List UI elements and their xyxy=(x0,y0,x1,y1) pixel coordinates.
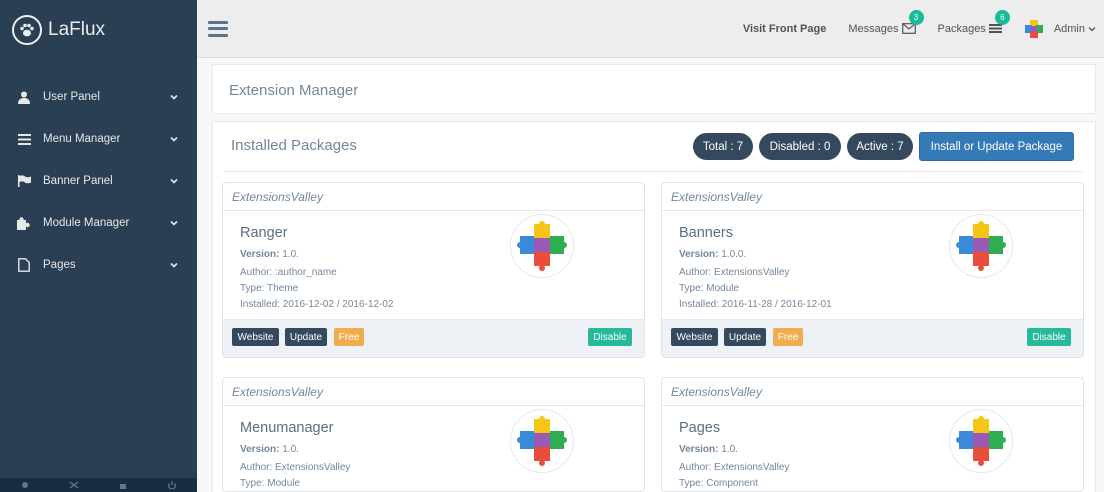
total-badge: Total : 7 xyxy=(693,133,753,160)
chevron-down-icon xyxy=(170,94,178,100)
chevron-down-icon xyxy=(170,262,178,268)
page-header-panel: Extension Manager xyxy=(212,64,1096,114)
package-author: Author: ExtensionsValley xyxy=(679,267,790,278)
top-nav-right: Visit Front Page Messages 3 Packages 6 A… xyxy=(721,0,1104,57)
chevron-down-icon xyxy=(170,136,178,142)
sidebar-item-label: Banner Panel xyxy=(43,175,113,187)
packages-badge: 6 xyxy=(994,9,1010,25)
package-installed: Installed: 2016-12-02 / 2016-12-02 xyxy=(240,299,394,310)
package-name: Pages xyxy=(679,420,721,436)
package-version: Version: 1.0. xyxy=(240,249,299,260)
package-version: Version: 1.0. xyxy=(240,444,299,455)
card-vendor: ExtensionsValley xyxy=(223,378,644,406)
card-vendor: ExtensionsValley xyxy=(662,378,1083,406)
sidebar-item-module-manager[interactable]: Module Manager xyxy=(0,202,197,244)
user-icon xyxy=(15,90,33,104)
package-type: Type: Module xyxy=(679,283,740,294)
package-author: Author: ExtensionsValley xyxy=(679,462,790,473)
package-card: ExtensionsValley Banners Version: 1.0.0.… xyxy=(661,182,1084,358)
update-button[interactable]: Update xyxy=(724,328,766,346)
messages-link[interactable]: Messages 3 xyxy=(848,9,924,35)
active-badge: Active : 7 xyxy=(847,133,913,160)
sidebar-item-label: Module Manager xyxy=(43,217,130,229)
brand-title: LaFlux xyxy=(48,19,106,40)
messages-badge: 3 xyxy=(908,9,924,25)
package-name: Banners xyxy=(679,225,734,241)
menu-toggle-icon[interactable] xyxy=(208,20,228,37)
free-badge: Free xyxy=(334,328,364,346)
package-installed: Installed: 2016-11-28 / 2016-12-01 xyxy=(679,299,832,310)
install-update-button[interactable]: Install or Update Package xyxy=(919,132,1074,161)
avatar[interactable] xyxy=(1024,19,1044,39)
section-title: Installed Packages xyxy=(231,137,357,154)
flag-icon xyxy=(15,174,33,188)
sidebar-item-label: Pages xyxy=(43,259,76,271)
paw-icon xyxy=(12,15,42,45)
package-name: Menumanager xyxy=(240,420,334,436)
sidebar-item-banner-panel[interactable]: Banner Panel xyxy=(0,160,197,202)
visit-front-page-link[interactable]: Visit Front Page xyxy=(743,23,827,35)
packages-link[interactable]: Packages 6 xyxy=(937,9,1010,35)
package-version: Version: 1.0.0. xyxy=(679,249,747,260)
package-logo xyxy=(949,214,1013,278)
chevron-down-icon xyxy=(170,220,178,226)
sidebar-item-label: Menu Manager xyxy=(43,133,121,145)
package-logo xyxy=(510,214,574,278)
settings-icon[interactable] xyxy=(20,481,30,489)
package-logo xyxy=(949,409,1013,473)
top-nav: Visit Front Page Messages 3 Packages 6 A… xyxy=(197,0,1104,58)
sidebar-item-menu-manager[interactable]: Menu Manager xyxy=(0,118,197,160)
sidebar-item-user-panel[interactable]: User Panel xyxy=(0,76,197,118)
package-logo xyxy=(510,409,574,473)
website-button[interactable]: Website xyxy=(671,328,718,346)
package-card: ExtensionsValley Ranger Version: 1.0. Au… xyxy=(222,182,645,358)
card-actions: Website Update Free Disable xyxy=(223,319,644,357)
power-icon[interactable] xyxy=(167,481,177,489)
lock-icon[interactable] xyxy=(118,481,128,489)
disable-button[interactable]: Disable xyxy=(588,328,632,346)
divider xyxy=(225,171,1083,172)
packages-icon xyxy=(988,24,1002,33)
puzzle-icon xyxy=(15,216,33,230)
package-author: Author: :author_name xyxy=(240,267,337,278)
page-title: Extension Manager xyxy=(229,82,359,99)
chevron-down-icon xyxy=(170,178,178,184)
chevron-down-icon xyxy=(1088,26,1096,31)
update-button[interactable]: Update xyxy=(285,328,327,346)
sidebar-item-pages[interactable]: Pages xyxy=(0,244,197,286)
bars-icon xyxy=(15,132,33,146)
user-name: Admin xyxy=(1053,22,1085,35)
package-card: ExtensionsValley Pages Version: 1.0. Aut… xyxy=(661,377,1084,492)
package-type: Type: Module xyxy=(240,478,301,489)
package-author: Author: ExtensionsValley xyxy=(240,462,351,473)
fullscreen-icon[interactable] xyxy=(69,481,79,489)
package-name: Ranger xyxy=(240,225,288,241)
brand[interactable]: LaFlux xyxy=(0,0,197,60)
file-icon xyxy=(15,258,33,272)
envelope-icon xyxy=(901,23,916,34)
sidebar-item-label: User Panel xyxy=(43,91,100,103)
free-badge: Free xyxy=(773,328,803,346)
disable-button[interactable]: Disable xyxy=(1027,328,1071,346)
sidebar: LaFlux User Panel Menu Manager Banner Pa… xyxy=(0,0,197,492)
package-version: Version: 1.0. xyxy=(679,444,738,455)
sidebar-nav: User Panel Menu Manager Banner Panel Mod… xyxy=(0,76,197,286)
disabled-badge: Disabled : 0 xyxy=(759,133,841,160)
card-actions: Website Update Free Disable xyxy=(662,319,1083,357)
package-type: Type: Component xyxy=(679,478,758,489)
messages-label: Messages xyxy=(848,22,899,35)
card-vendor: ExtensionsValley xyxy=(662,183,1083,211)
user-menu[interactable]: Admin xyxy=(1054,23,1096,35)
card-vendor: ExtensionsValley xyxy=(223,183,644,211)
package-card: ExtensionsValley Menumanager Version: 1.… xyxy=(222,377,645,492)
website-button[interactable]: Website xyxy=(232,328,279,346)
sidebar-footer xyxy=(0,478,197,492)
package-type: Type: Theme xyxy=(240,283,299,294)
packages-label: Packages xyxy=(937,22,986,35)
